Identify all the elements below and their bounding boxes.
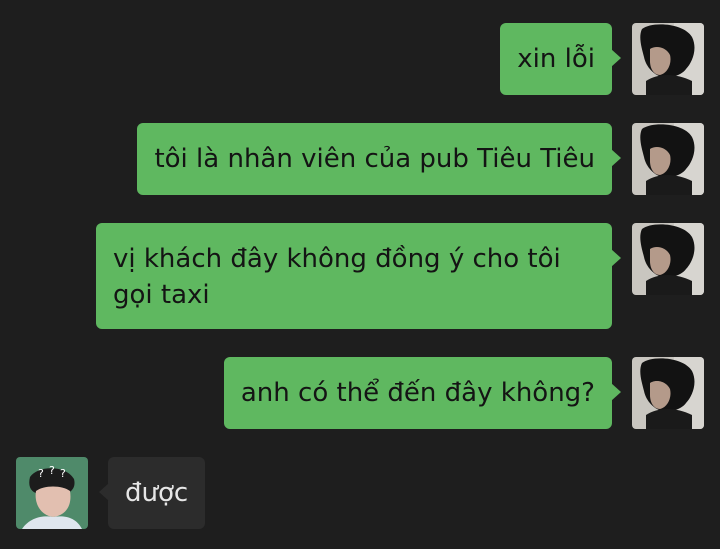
svg-text:?: ? bbox=[49, 464, 55, 477]
user-avatar-icon bbox=[632, 23, 704, 95]
message-text: được bbox=[125, 478, 189, 508]
svg-text:?: ? bbox=[38, 467, 44, 480]
message-text: xin lỗi bbox=[517, 44, 595, 74]
user-avatar-icon bbox=[632, 223, 704, 295]
contact-avatar[interactable]: ? ? ? bbox=[16, 457, 88, 529]
message-bubble[interactable]: được bbox=[98, 457, 206, 529]
svg-text:?: ? bbox=[60, 467, 66, 480]
message-bubble[interactable]: anh có thể đến đây không? bbox=[223, 357, 622, 429]
message-bubble[interactable]: xin lỗi bbox=[500, 23, 621, 95]
message-bubble[interactable]: tôi là nhân viên của pub Tiêu Tiêu bbox=[137, 123, 621, 195]
user-avatar-icon bbox=[632, 123, 704, 195]
contact-avatar-icon: ? ? ? bbox=[16, 457, 88, 529]
user-avatar-icon bbox=[632, 357, 704, 429]
message-text: anh có thể đến đây không? bbox=[240, 378, 595, 408]
user-avatar[interactable] bbox=[632, 123, 704, 195]
user-avatar[interactable] bbox=[632, 357, 704, 429]
message-text: vị khách đây không đồng ý cho tôi gọi ta… bbox=[113, 244, 561, 310]
message-bubble[interactable]: vị khách đây không đồng ý cho tôi gọi ta… bbox=[96, 223, 621, 329]
user-avatar[interactable] bbox=[632, 23, 704, 95]
chat-area: xin lỗi tôi là nhân viên của pub Tiêu Ti… bbox=[0, 0, 720, 549]
user-avatar[interactable] bbox=[632, 223, 704, 295]
message-text: tôi là nhân viên của pub Tiêu Tiêu bbox=[154, 144, 595, 174]
